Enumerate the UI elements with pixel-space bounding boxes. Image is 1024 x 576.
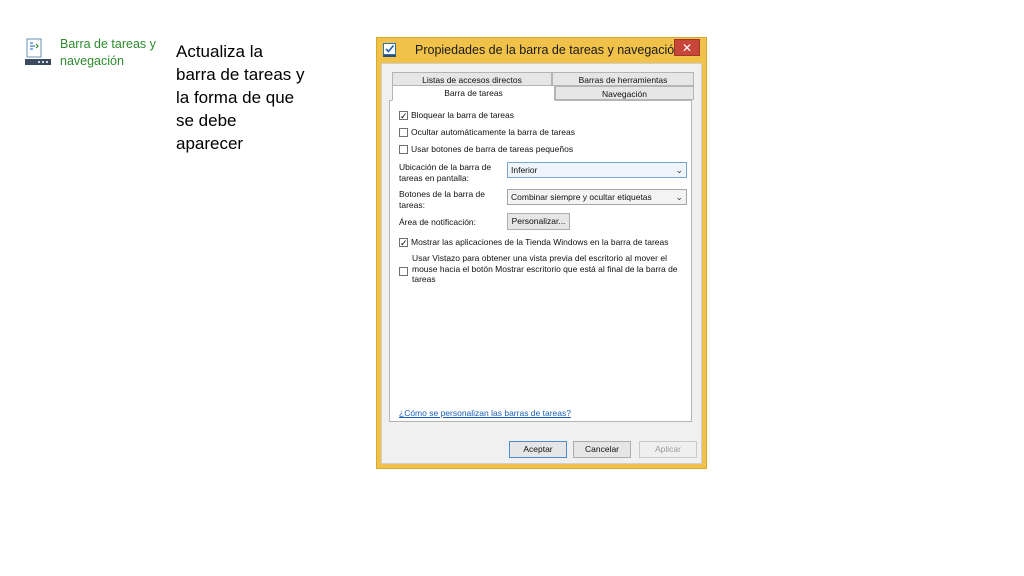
tab-toolbars[interactable]: Barras de herramientas [552, 72, 694, 86]
dialog-titlebar[interactable]: Propiedades de la barra de tareas y nave… [377, 38, 706, 63]
checkbox-app-icon [383, 43, 396, 57]
location-value: Inferior [511, 165, 538, 175]
dialog-title: Propiedades de la barra de tareas y nave… [415, 43, 682, 57]
location-label: Ubicación de la barra de tareas en panta… [399, 162, 492, 183]
checkbox-lock-taskbar[interactable]: ✓ Bloquear la barra de tareas [399, 110, 515, 121]
tab-navigation[interactable]: Navegación [555, 86, 694, 100]
checkbox-unchecked[interactable] [399, 128, 408, 138]
notification-area-label: Área de notificación: [399, 217, 477, 227]
tab-panel-taskbar: ✓ Bloquear la barra de tareas Ocultar aut… [389, 100, 692, 422]
customize-button[interactable]: Personalizar... [507, 213, 570, 230]
control-panel-item-label[interactable]: Barra de tareas y navegación [60, 36, 170, 70]
checkbox-label: Bloquear la barra de tareas [411, 110, 515, 120]
dialog-client-area: Listas de accesos directos Barras de her… [381, 63, 702, 464]
location-select[interactable]: Inferior ⌄ [507, 162, 687, 178]
cancel-button[interactable]: Cancelar [573, 441, 631, 458]
checkbox-checked[interactable]: ✓ [399, 238, 408, 248]
control-panel-item-taskbar[interactable]: Barra de tareas y navegación [24, 37, 164, 78]
instruction-text: Actualiza la barra de tareas y la forma … [176, 42, 305, 153]
close-button[interactable]: ✕ [674, 39, 700, 56]
checkbox-unchecked[interactable] [399, 145, 408, 155]
peek-label: Usar Vistazo para obtener una vista prev… [412, 253, 678, 284]
checkbox-small-buttons[interactable]: Usar botones de barra de tareas pequeños [399, 144, 574, 155]
checkbox-label: Ocultar automáticamente la barra de tare… [411, 127, 575, 137]
taskbar-settings-icon [25, 38, 51, 65]
checkbox-checked[interactable]: ✓ [399, 111, 408, 121]
tab-jump-lists[interactable]: Listas de accesos directos [392, 72, 552, 86]
checkbox-label: Usar botones de barra de tareas pequeños [411, 144, 574, 154]
checkbox-peek[interactable] [399, 266, 411, 277]
chevron-down-icon: ⌄ [675, 165, 683, 175]
apply-button[interactable]: Aplicar [639, 441, 697, 458]
help-link[interactable]: ¿Cómo se personalizan las barras de tare… [399, 408, 571, 418]
buttons-combine-value: Combinar siempre y ocultar etiquetas [511, 192, 652, 202]
checkbox-store-apps[interactable]: ✓ Mostrar las aplicaciones de la Tienda W… [399, 237, 669, 248]
checkbox-label: Mostrar las aplicaciones de la Tienda Wi… [411, 237, 669, 247]
buttons-combine-label: Botones de la barra de tareas: [399, 189, 486, 210]
checkbox-autohide[interactable]: Ocultar automáticamente la barra de tare… [399, 127, 575, 138]
tab-taskbar[interactable]: Barra de tareas [392, 85, 555, 101]
checkbox-unchecked[interactable] [399, 267, 408, 277]
buttons-combine-select[interactable]: Combinar siempre y ocultar etiquetas ⌄ [507, 189, 687, 205]
chevron-down-icon: ⌄ [675, 192, 683, 202]
taskbar-properties-dialog: Propiedades de la barra de tareas y nave… [376, 37, 707, 469]
accept-button[interactable]: Aceptar [509, 441, 567, 458]
